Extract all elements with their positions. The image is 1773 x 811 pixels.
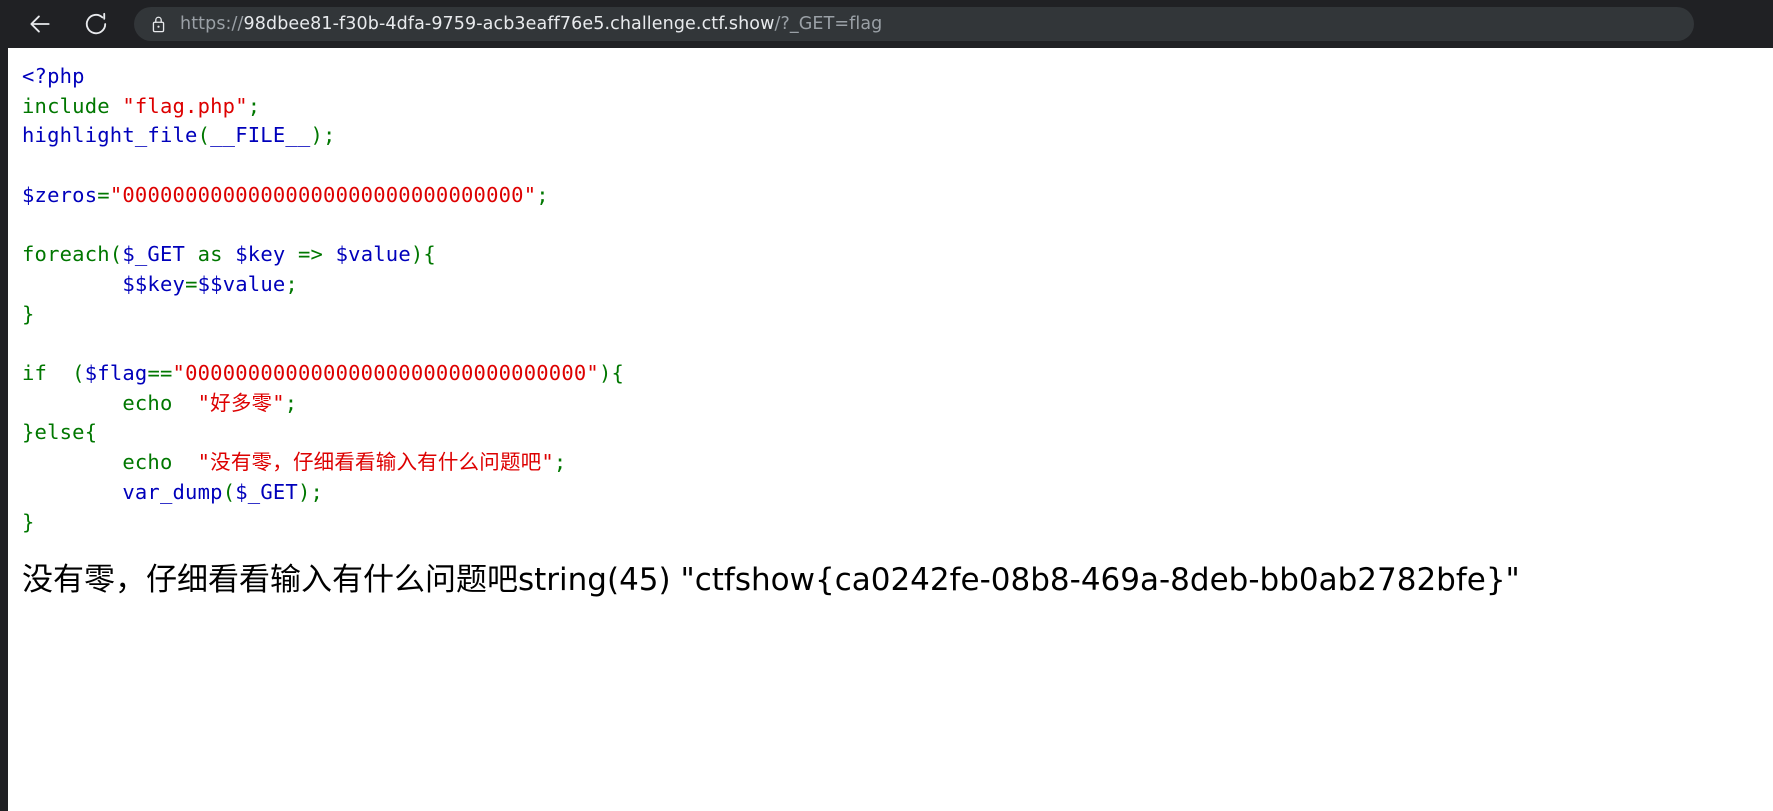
php-token: $_GET <box>122 242 198 267</box>
line-include: include "flag.php"; <box>22 92 1773 122</box>
back-button[interactable] <box>18 2 62 46</box>
php-token: __FILE__ <box>210 123 311 148</box>
php-token: var_dump <box>122 479 223 504</box>
php-token: $key <box>235 242 298 267</box>
line-highlight-file: highlight_file(__FILE__); <box>22 121 1773 151</box>
php-token: "没有零，仔细看看输入有什么问题吧" <box>185 450 554 475</box>
php-token: ; <box>247 93 261 118</box>
php-token: ; <box>536 182 549 207</box>
php-source-listing: <?php include "flag.php"; highlight_file(_… <box>8 48 1773 537</box>
php-token: { <box>84 420 98 445</box>
php-token: ) <box>410 242 424 267</box>
php-token: { <box>611 361 625 386</box>
line-blank-2 <box>22 211 1773 241</box>
php-token: ( <box>197 123 211 148</box>
php-token: { <box>423 242 436 267</box>
php-token: as <box>197 242 236 267</box>
line-foreach: foreach($_GET as $key => $value){ <box>22 240 1773 270</box>
php-token: ( <box>59 361 85 386</box>
php-token: } <box>22 301 35 326</box>
line-varvar-assign: $$key=$$value; <box>22 270 1773 300</box>
url-host: 98dbee81-f30b-4dfa-9759-acb3eaff76e5.cha… <box>243 14 775 34</box>
php-token: <?php <box>22 64 85 88</box>
php-token: else <box>34 420 85 445</box>
line-if: if ($flag=="0000000000000000000000000000… <box>22 359 1773 389</box>
php-token: "flag.php" <box>122 93 248 118</box>
page-content: <?php include "flag.php"; highlight_file(_… <box>8 48 1773 811</box>
php-token: ; <box>310 479 324 504</box>
address-bar-url: https://98dbee81-f30b-4dfa-9759-acb3eaff… <box>180 14 882 34</box>
php-token: foreach <box>22 242 110 267</box>
arrow-left-icon <box>27 11 53 37</box>
php-token: highlight_file <box>22 123 198 148</box>
reload-button[interactable] <box>74 2 118 46</box>
php-token: "00000000000000000000000000000000" <box>172 361 599 386</box>
php-token: ) <box>598 361 612 386</box>
php-token: $zeros <box>22 182 98 207</box>
php-token: $$value <box>197 271 286 296</box>
php-token: } <box>22 420 35 445</box>
php-token: "00000000000000000000000000000000" <box>109 182 537 207</box>
url-scheme: https:// <box>180 14 244 34</box>
php-token: ( <box>222 479 236 504</box>
line-echo-no-zeros: echo "没有零，仔细看看输入有什么问题吧"; <box>22 448 1773 478</box>
line-else: }else{ <box>22 418 1773 448</box>
php-token: => <box>297 242 336 267</box>
php-output-line: 没有零，仔细看看输入有什么问题吧string(45) "ctfshow{ca02… <box>22 562 1520 599</box>
php-token: $_GET <box>235 479 298 504</box>
php-token: echo <box>122 450 186 475</box>
php-token: "好多零" <box>185 390 285 415</box>
php-token: ; <box>323 123 336 148</box>
php-token <box>22 450 122 474</box>
php-token: = <box>97 182 110 207</box>
php-token: ) <box>297 479 311 504</box>
php-token: ; <box>285 271 298 296</box>
php-token <box>22 391 122 415</box>
line-foreach-close: } <box>22 300 1773 330</box>
php-token: ; <box>553 450 567 475</box>
php-token: echo <box>122 390 186 415</box>
browser-toolbar: https://98dbee81-f30b-4dfa-9759-acb3eaff… <box>0 0 1773 48</box>
line-blank-3 <box>22 329 1773 359</box>
line-blank-1 <box>22 151 1773 181</box>
line-var-dump: var_dump($_GET); <box>22 478 1773 508</box>
php-token: ; <box>284 390 298 415</box>
reload-icon <box>83 11 109 37</box>
php-token: = <box>185 271 198 296</box>
url-path: /?_GET=flag <box>774 14 883 34</box>
page-viewport: <?php include "flag.php"; highlight_file(_… <box>0 48 1773 811</box>
line-zeros-assign: $zeros="00000000000000000000000000000000… <box>22 181 1773 211</box>
php-token: ) <box>310 123 324 148</box>
php-token: } <box>22 509 35 534</box>
line-echo-many-zeros: echo "好多零"; <box>22 389 1773 419</box>
php-token: if <box>22 361 60 386</box>
address-bar[interactable]: https://98dbee81-f30b-4dfa-9759-acb3eaff… <box>134 7 1694 41</box>
line-else-close: } <box>22 508 1773 538</box>
php-token <box>22 272 122 296</box>
php-token: $flag <box>84 361 148 386</box>
viewport-left-gutter <box>0 48 8 811</box>
php-token <box>22 480 122 504</box>
php-token: $value <box>335 242 411 267</box>
php-token: include <box>22 93 123 118</box>
line-open-tag: <?php <box>22 62 1773 92</box>
php-token: ( <box>109 242 123 267</box>
lock-icon <box>148 14 168 34</box>
php-token: == <box>147 361 173 386</box>
php-token: $$key <box>122 271 186 296</box>
